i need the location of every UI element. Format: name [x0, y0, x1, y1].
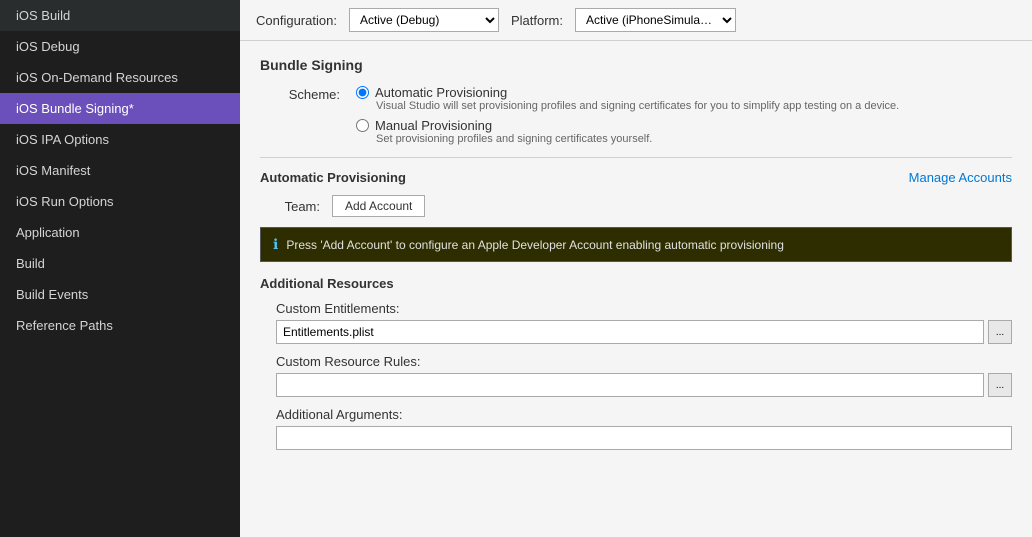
info-bar: ℹ Press 'Add Account' to configure an Ap…	[260, 227, 1012, 262]
sidebar-item-ios-build[interactable]: iOS Build	[0, 0, 240, 31]
manual-provisioning-label: Manual Provisioning	[375, 118, 492, 133]
scheme-label: Scheme:	[260, 85, 340, 102]
main-content: Configuration: Active (Debug) Debug Rele…	[240, 0, 1032, 537]
bundle-signing-title: Bundle Signing	[260, 57, 1012, 73]
sidebar-item-ios-on-demand[interactable]: iOS On-Demand Resources	[0, 62, 240, 93]
additional-arguments-label: Additional Arguments:	[276, 407, 1012, 422]
custom-resource-rules-row: ...	[276, 373, 1012, 397]
additional-resources-title: Additional Resources	[260, 276, 1012, 291]
scheme-content: Automatic Provisioning Visual Studio wil…	[356, 85, 1012, 145]
info-icon: ℹ	[273, 236, 278, 253]
additional-arguments-input[interactable]	[276, 426, 1012, 450]
manual-provisioning-desc: Set provisioning profiles and signing ce…	[376, 133, 1012, 145]
platform-select[interactable]: Active (iPhoneSimula… iPhone iPhoneSimul…	[575, 8, 736, 32]
scheme-group: Scheme: Automatic Provisioning Visual St…	[260, 85, 1012, 145]
manual-provisioning-row: Manual Provisioning	[356, 118, 1012, 133]
custom-entitlements-label: Custom Entitlements:	[276, 301, 1012, 316]
automatic-provisioning-label: Automatic Provisioning	[375, 85, 507, 100]
sidebar-item-build[interactable]: Build	[0, 248, 240, 279]
sidebar-item-ios-debug[interactable]: iOS Debug	[0, 31, 240, 62]
toolbar: Configuration: Active (Debug) Debug Rele…	[240, 0, 1032, 41]
sidebar-item-reference-paths[interactable]: Reference Paths	[0, 310, 240, 341]
custom-resource-rules-browse-button[interactable]: ...	[988, 373, 1012, 397]
automatic-provisioning-item: Automatic Provisioning Visual Studio wil…	[356, 85, 1012, 112]
divider-1	[260, 157, 1012, 158]
sidebar-item-ios-ipa-options[interactable]: iOS IPA Options	[0, 124, 240, 155]
manual-provisioning-item: Manual Provisioning Set provisioning pro…	[356, 118, 1012, 145]
sidebar: iOS Build iOS Debug iOS On-Demand Resour…	[0, 0, 240, 537]
additional-arguments-group: Additional Arguments:	[260, 407, 1012, 450]
custom-entitlements-browse-button[interactable]: ...	[988, 320, 1012, 344]
automatic-provisioning-desc: Visual Studio will set provisioning prof…	[376, 100, 1012, 112]
configuration-select[interactable]: Active (Debug) Debug Release	[349, 8, 499, 32]
add-account-button[interactable]: Add Account	[332, 195, 425, 217]
team-row: Team: Add Account	[260, 195, 1012, 217]
manage-accounts-link[interactable]: Manage Accounts	[909, 170, 1012, 185]
auto-prov-title: Automatic Provisioning	[260, 170, 406, 185]
sidebar-item-ios-run-options[interactable]: iOS Run Options	[0, 186, 240, 217]
platform-label: Platform:	[511, 13, 563, 28]
additional-arguments-row	[276, 426, 1012, 450]
custom-entitlements-group: Custom Entitlements: ...	[260, 301, 1012, 344]
custom-resource-rules-label: Custom Resource Rules:	[276, 354, 1012, 369]
custom-entitlements-input[interactable]	[276, 320, 984, 344]
sidebar-item-application[interactable]: Application	[0, 217, 240, 248]
custom-entitlements-row: ...	[276, 320, 1012, 344]
manual-provisioning-radio[interactable]	[356, 119, 369, 132]
team-label: Team:	[260, 199, 320, 214]
custom-resource-rules-group: Custom Resource Rules: ...	[260, 354, 1012, 397]
content-area: Bundle Signing Scheme: Automatic Provisi…	[240, 41, 1032, 537]
sidebar-item-build-events[interactable]: Build Events	[0, 279, 240, 310]
sidebar-item-ios-bundle-signing[interactable]: iOS Bundle Signing*	[0, 93, 240, 124]
configuration-label: Configuration:	[256, 13, 337, 28]
sidebar-item-ios-manifest[interactable]: iOS Manifest	[0, 155, 240, 186]
provisioning-radio-group: Automatic Provisioning Visual Studio wil…	[356, 85, 1012, 145]
custom-resource-rules-input[interactable]	[276, 373, 984, 397]
automatic-provisioning-radio[interactable]	[356, 86, 369, 99]
auto-prov-header: Automatic Provisioning Manage Accounts	[260, 170, 1012, 185]
automatic-provisioning-row: Automatic Provisioning	[356, 85, 1012, 100]
info-text: Press 'Add Account' to configure an Appl…	[286, 238, 784, 252]
